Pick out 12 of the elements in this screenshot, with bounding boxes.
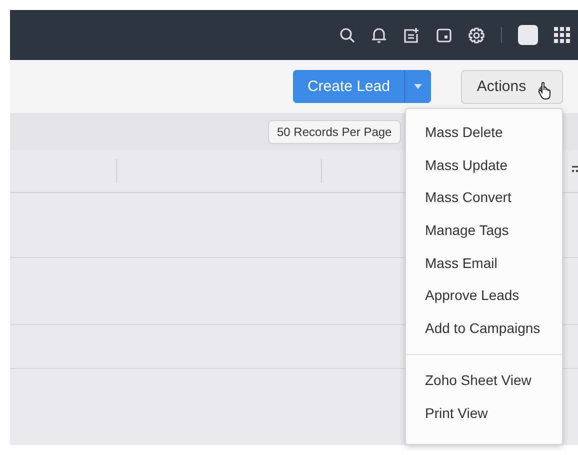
menu-item[interactable]: Manage Tags: [406, 219, 562, 252]
menu-item[interactable]: Add to Campaigns: [406, 317, 562, 350]
menu-item[interactable]: Zoho Sheet View: [406, 368, 562, 402]
menu-item[interactable]: Mass Update: [406, 154, 562, 186]
menu-item[interactable]: Approve Leads: [406, 284, 562, 318]
menu-item[interactable]: Print View: [406, 402, 562, 434]
menu-item[interactable]: Mass Convert: [406, 186, 562, 220]
menu-item[interactable]: Mass Delete: [406, 121, 562, 154]
records-per-page-dropdown[interactable]: 50 Records Per Page: [268, 120, 401, 144]
menu-item[interactable]: Mass Email: [406, 252, 562, 284]
create-lead-button[interactable]: Create Lead: [293, 70, 405, 103]
actions-button[interactable]: Actions: [461, 70, 563, 104]
